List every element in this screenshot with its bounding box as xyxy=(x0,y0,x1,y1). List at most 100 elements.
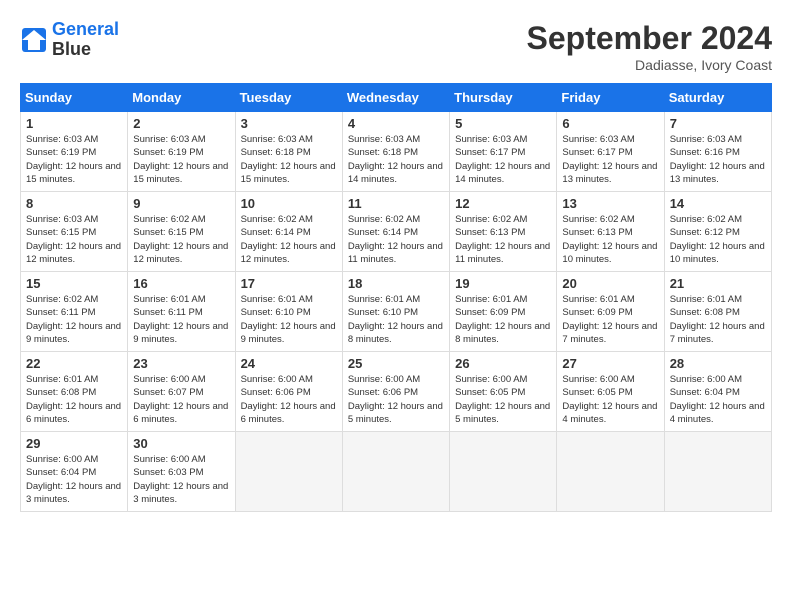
day-number: 28 xyxy=(670,356,766,371)
day-number: 26 xyxy=(455,356,551,371)
calendar-cell xyxy=(235,432,342,512)
day-number: 9 xyxy=(133,196,229,211)
calendar-cell: 1 Sunrise: 6:03 AM Sunset: 6:19 PM Dayli… xyxy=(21,112,128,192)
calendar-cell: 19 Sunrise: 6:01 AM Sunset: 6:09 PM Dayl… xyxy=(450,272,557,352)
day-number: 18 xyxy=(348,276,444,291)
day-number: 3 xyxy=(241,116,337,131)
calendar-cell xyxy=(450,432,557,512)
day-number: 6 xyxy=(562,116,658,131)
day-info: Sunrise: 6:01 AM Sunset: 6:09 PM Dayligh… xyxy=(455,293,551,346)
day-number: 21 xyxy=(670,276,766,291)
title-section: September 2024 Dadiasse, Ivory Coast xyxy=(527,20,772,73)
calendar-cell: 16 Sunrise: 6:01 AM Sunset: 6:11 PM Dayl… xyxy=(128,272,235,352)
day-number: 5 xyxy=(455,116,551,131)
day-info: Sunrise: 6:03 AM Sunset: 6:15 PM Dayligh… xyxy=(26,213,122,266)
day-number: 16 xyxy=(133,276,229,291)
day-number: 23 xyxy=(133,356,229,371)
calendar-cell: 29 Sunrise: 6:00 AM Sunset: 6:04 PM Dayl… xyxy=(21,432,128,512)
day-info: Sunrise: 6:00 AM Sunset: 6:05 PM Dayligh… xyxy=(562,373,658,426)
day-info: Sunrise: 6:01 AM Sunset: 6:10 PM Dayligh… xyxy=(241,293,337,346)
calendar-week-1: 1 Sunrise: 6:03 AM Sunset: 6:19 PM Dayli… xyxy=(21,112,772,192)
day-info: Sunrise: 6:01 AM Sunset: 6:08 PM Dayligh… xyxy=(26,373,122,426)
day-info: Sunrise: 6:00 AM Sunset: 6:06 PM Dayligh… xyxy=(348,373,444,426)
day-number: 24 xyxy=(241,356,337,371)
calendar-cell: 27 Sunrise: 6:00 AM Sunset: 6:05 PM Dayl… xyxy=(557,352,664,432)
calendar-cell: 6 Sunrise: 6:03 AM Sunset: 6:17 PM Dayli… xyxy=(557,112,664,192)
calendar-cell: 18 Sunrise: 6:01 AM Sunset: 6:10 PM Dayl… xyxy=(342,272,449,352)
day-info: Sunrise: 6:03 AM Sunset: 6:17 PM Dayligh… xyxy=(562,133,658,186)
calendar-cell: 5 Sunrise: 6:03 AM Sunset: 6:17 PM Dayli… xyxy=(450,112,557,192)
day-info: Sunrise: 6:02 AM Sunset: 6:12 PM Dayligh… xyxy=(670,213,766,266)
header-sunday: Sunday xyxy=(21,84,128,112)
calendar-cell: 21 Sunrise: 6:01 AM Sunset: 6:08 PM Dayl… xyxy=(664,272,771,352)
calendar-header-row: Sunday Monday Tuesday Wednesday Thursday… xyxy=(21,84,772,112)
calendar-cell: 30 Sunrise: 6:00 AM Sunset: 6:03 PM Dayl… xyxy=(128,432,235,512)
day-number: 29 xyxy=(26,436,122,451)
header-wednesday: Wednesday xyxy=(342,84,449,112)
day-info: Sunrise: 6:01 AM Sunset: 6:10 PM Dayligh… xyxy=(348,293,444,346)
location: Dadiasse, Ivory Coast xyxy=(527,57,772,73)
day-number: 30 xyxy=(133,436,229,451)
day-number: 13 xyxy=(562,196,658,211)
calendar-cell: 11 Sunrise: 6:02 AM Sunset: 6:14 PM Dayl… xyxy=(342,192,449,272)
day-number: 27 xyxy=(562,356,658,371)
logo-general: General xyxy=(52,19,119,39)
day-number: 14 xyxy=(670,196,766,211)
day-info: Sunrise: 6:02 AM Sunset: 6:13 PM Dayligh… xyxy=(562,213,658,266)
calendar-cell: 7 Sunrise: 6:03 AM Sunset: 6:16 PM Dayli… xyxy=(664,112,771,192)
logo-blue: Blue xyxy=(52,40,119,60)
logo: General Blue xyxy=(20,20,119,60)
day-info: Sunrise: 6:01 AM Sunset: 6:08 PM Dayligh… xyxy=(670,293,766,346)
day-info: Sunrise: 6:00 AM Sunset: 6:04 PM Dayligh… xyxy=(670,373,766,426)
calendar-cell: 2 Sunrise: 6:03 AM Sunset: 6:19 PM Dayli… xyxy=(128,112,235,192)
calendar-week-3: 15 Sunrise: 6:02 AM Sunset: 6:11 PM Dayl… xyxy=(21,272,772,352)
calendar-cell xyxy=(664,432,771,512)
day-info: Sunrise: 6:00 AM Sunset: 6:04 PM Dayligh… xyxy=(26,453,122,506)
calendar-table: Sunday Monday Tuesday Wednesday Thursday… xyxy=(20,83,772,512)
day-number: 17 xyxy=(241,276,337,291)
calendar-cell: 25 Sunrise: 6:00 AM Sunset: 6:06 PM Dayl… xyxy=(342,352,449,432)
calendar-cell xyxy=(342,432,449,512)
day-number: 19 xyxy=(455,276,551,291)
day-info: Sunrise: 6:02 AM Sunset: 6:14 PM Dayligh… xyxy=(241,213,337,266)
calendar-week-2: 8 Sunrise: 6:03 AM Sunset: 6:15 PM Dayli… xyxy=(21,192,772,272)
calendar-cell xyxy=(557,432,664,512)
calendar-cell: 8 Sunrise: 6:03 AM Sunset: 6:15 PM Dayli… xyxy=(21,192,128,272)
header-friday: Friday xyxy=(557,84,664,112)
calendar-cell: 12 Sunrise: 6:02 AM Sunset: 6:13 PM Dayl… xyxy=(450,192,557,272)
day-number: 20 xyxy=(562,276,658,291)
day-info: Sunrise: 6:03 AM Sunset: 6:17 PM Dayligh… xyxy=(455,133,551,186)
day-number: 12 xyxy=(455,196,551,211)
calendar-cell: 23 Sunrise: 6:00 AM Sunset: 6:07 PM Dayl… xyxy=(128,352,235,432)
day-info: Sunrise: 6:00 AM Sunset: 6:06 PM Dayligh… xyxy=(241,373,337,426)
day-info: Sunrise: 6:02 AM Sunset: 6:13 PM Dayligh… xyxy=(455,213,551,266)
header-monday: Monday xyxy=(128,84,235,112)
calendar-cell: 17 Sunrise: 6:01 AM Sunset: 6:10 PM Dayl… xyxy=(235,272,342,352)
calendar-cell: 10 Sunrise: 6:02 AM Sunset: 6:14 PM Dayl… xyxy=(235,192,342,272)
day-info: Sunrise: 6:03 AM Sunset: 6:18 PM Dayligh… xyxy=(348,133,444,186)
day-info: Sunrise: 6:00 AM Sunset: 6:03 PM Dayligh… xyxy=(133,453,229,506)
day-info: Sunrise: 6:00 AM Sunset: 6:05 PM Dayligh… xyxy=(455,373,551,426)
day-number: 15 xyxy=(26,276,122,291)
day-number: 22 xyxy=(26,356,122,371)
logo-icon xyxy=(20,26,48,54)
calendar-cell: 24 Sunrise: 6:00 AM Sunset: 6:06 PM Dayl… xyxy=(235,352,342,432)
calendar-cell: 28 Sunrise: 6:00 AM Sunset: 6:04 PM Dayl… xyxy=(664,352,771,432)
day-info: Sunrise: 6:03 AM Sunset: 6:18 PM Dayligh… xyxy=(241,133,337,186)
header-thursday: Thursday xyxy=(450,84,557,112)
day-info: Sunrise: 6:03 AM Sunset: 6:19 PM Dayligh… xyxy=(26,133,122,186)
header-saturday: Saturday xyxy=(664,84,771,112)
calendar-week-4: 22 Sunrise: 6:01 AM Sunset: 6:08 PM Dayl… xyxy=(21,352,772,432)
day-number: 4 xyxy=(348,116,444,131)
day-info: Sunrise: 6:03 AM Sunset: 6:19 PM Dayligh… xyxy=(133,133,229,186)
day-number: 2 xyxy=(133,116,229,131)
calendar-cell: 22 Sunrise: 6:01 AM Sunset: 6:08 PM Dayl… xyxy=(21,352,128,432)
day-number: 8 xyxy=(26,196,122,211)
day-info: Sunrise: 6:01 AM Sunset: 6:09 PM Dayligh… xyxy=(562,293,658,346)
calendar-cell: 3 Sunrise: 6:03 AM Sunset: 6:18 PM Dayli… xyxy=(235,112,342,192)
day-info: Sunrise: 6:01 AM Sunset: 6:11 PM Dayligh… xyxy=(133,293,229,346)
month-title: September 2024 xyxy=(527,20,772,57)
day-info: Sunrise: 6:03 AM Sunset: 6:16 PM Dayligh… xyxy=(670,133,766,186)
day-number: 10 xyxy=(241,196,337,211)
calendar-cell: 15 Sunrise: 6:02 AM Sunset: 6:11 PM Dayl… xyxy=(21,272,128,352)
